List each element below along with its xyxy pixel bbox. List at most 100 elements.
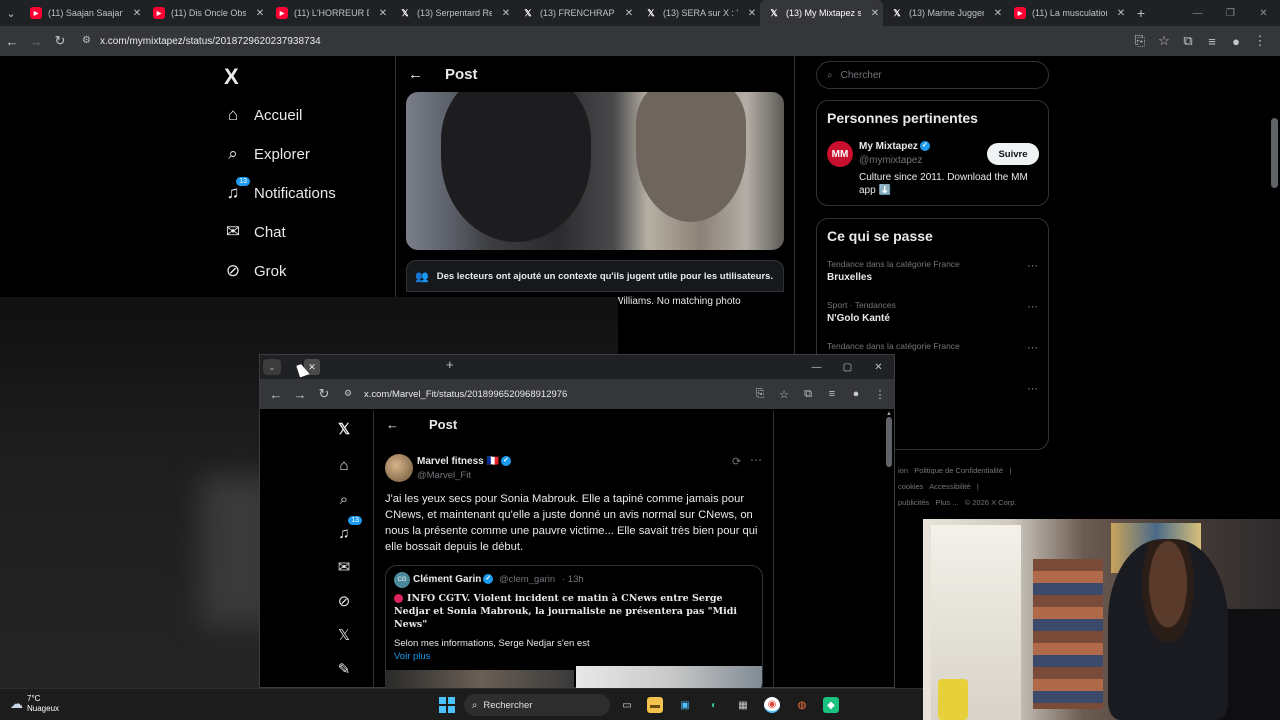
- bookmark-star-icon[interactable]: ☆: [1152, 29, 1176, 53]
- back-arrow-icon[interactable]: ←: [264, 382, 288, 406]
- tab-close-icon[interactable]: ✕: [867, 8, 883, 19]
- install-app-icon[interactable]: ⎘: [748, 382, 772, 406]
- bell-icon[interactable]: ♫ 13: [332, 516, 362, 545]
- forward-arrow-icon[interactable]: →: [288, 382, 312, 406]
- show-more-link[interactable]: Voir plus: [394, 651, 430, 662]
- more-options-icon[interactable]: ⋯: [1027, 300, 1038, 313]
- avatar[interactable]: MM: [827, 141, 853, 167]
- minimize-icon[interactable]: —: [801, 355, 832, 379]
- weather-widget[interactable]: ☁ 7°C Nuageux: [10, 694, 59, 714]
- new-tab-button[interactable]: +: [1129, 5, 1153, 21]
- profile-avatar-icon[interactable]: ●: [1224, 29, 1248, 53]
- new-tab-button[interactable]: +: [446, 357, 454, 372]
- grok-icon[interactable]: ⟳: [732, 455, 741, 468]
- browser-tab[interactable]: 𝕏 (13) Marine Juggern ✕: [883, 0, 1006, 26]
- nav-item-home[interactable]: ⌂ Accueil: [222, 100, 303, 130]
- menu-kebab-icon[interactable]: ⋮: [868, 382, 892, 406]
- tab-close-icon[interactable]: ✕: [1113, 8, 1129, 19]
- search-icon[interactable]: ⌕: [332, 487, 356, 511]
- tab-close-icon[interactable]: ✕: [744, 8, 760, 19]
- browser-tab[interactable]: ▶(11) L'HORREUR DE✕: [268, 0, 391, 26]
- file-explorer-icon[interactable]: ▬: [647, 697, 663, 713]
- mail-icon[interactable]: ✉: [332, 555, 356, 579]
- taskbar-search[interactable]: ⌕ Rechercher: [464, 694, 610, 716]
- nav-item-chat[interactable]: ✉ Chat: [222, 217, 286, 247]
- more-options-icon[interactable]: ⋯: [1027, 382, 1038, 395]
- site-info-icon[interactable]: ⚙: [344, 388, 352, 399]
- search-input[interactable]: ⌕ Chercher: [816, 61, 1049, 89]
- more-options-icon[interactable]: ⋯: [750, 453, 762, 467]
- nav-item-explore[interactable]: ⌕ Explorer: [222, 139, 310, 169]
- app-icon[interactable]: ▦: [735, 697, 751, 713]
- task-view-icon[interactable]: ▭: [619, 697, 635, 713]
- tab-close-icon[interactable]: ✕: [129, 8, 145, 19]
- nav-item-notifications[interactable]: ♫ 13 Notifications: [222, 177, 336, 208]
- compose-icon[interactable]: ✎: [332, 657, 356, 681]
- profile-avatar-icon[interactable]: ●: [844, 382, 868, 406]
- store-icon[interactable]: ▣: [677, 697, 693, 713]
- browser-tab[interactable]: ▶ (11) La musculation ✕: [1006, 0, 1129, 26]
- author-handle: @Marvel_Fit: [417, 470, 471, 481]
- browser-tab[interactable]: 𝕏(13) FRENCHRAPUS✕: [514, 0, 637, 26]
- browser-tab[interactable]: 𝕏(13) SERA sur X : "Do✕: [637, 0, 760, 26]
- tab-close-icon[interactable]: ✕: [621, 8, 637, 19]
- webcam-shelf: [1033, 559, 1103, 709]
- site-info-icon[interactable]: ⚙: [82, 35, 91, 46]
- chrome-icon[interactable]: ◉: [764, 697, 780, 713]
- back-arrow-icon[interactable]: ←: [408, 66, 423, 83]
- scrollbar-thumb[interactable]: [1271, 118, 1278, 188]
- extensions-icon[interactable]: ⧉: [796, 382, 820, 406]
- follow-button[interactable]: Suivre: [987, 143, 1039, 165]
- address-bar[interactable]: ⚙ x.com/mymixtapez/status/20187296202379…: [76, 29, 1076, 53]
- grok-icon[interactable]: ⊘: [332, 589, 356, 613]
- menu-kebab-icon[interactable]: ⋮: [1248, 29, 1272, 53]
- app-icon[interactable]: ◆: [823, 697, 839, 713]
- tab-close-icon[interactable]: ✕: [252, 8, 268, 19]
- avatar[interactable]: [385, 454, 413, 482]
- trend-item[interactable]: Sport · Tendances N'Golo Kanté ⋯: [827, 300, 1042, 324]
- close-icon[interactable]: ✕: [1247, 0, 1280, 26]
- address-bar[interactable]: ⚙ x.com/Marvel_Fit/status/20189965209689…: [338, 383, 698, 405]
- browser-tab[interactable]: ▶(11) Saajan Saajan O✕: [22, 0, 145, 26]
- reload-icon[interactable]: ↻: [312, 382, 336, 406]
- tab-close-icon[interactable]: ✕: [990, 8, 1006, 19]
- minimize-icon[interactable]: —: [1181, 0, 1214, 26]
- tab-close-icon[interactable]: ✕: [375, 8, 391, 19]
- close-icon[interactable]: ✕: [863, 355, 894, 379]
- quoted-post[interactable]: CG Clément Garin ✓ @clem_garin · 13h INFO…: [385, 565, 763, 695]
- reload-icon[interactable]: ↻: [48, 29, 72, 53]
- community-note-header[interactable]: 👥 Des lecteurs ont ajouté un contexte qu…: [406, 260, 784, 292]
- home-icon[interactable]: ⌂: [332, 453, 356, 477]
- more-options-icon[interactable]: ⋯: [1027, 259, 1038, 272]
- x-logo-icon[interactable]: X: [224, 64, 239, 90]
- back-arrow-icon[interactable]: ←: [386, 417, 399, 432]
- trend-item[interactable]: Tendance dans la catégorie France Bruxell…: [827, 259, 1042, 283]
- forward-arrow-icon[interactable]: →: [24, 29, 48, 53]
- maximize-icon[interactable]: ❐: [1214, 0, 1247, 26]
- browser-tab[interactable]: 𝕏(13) Serpentard Refo✕: [391, 0, 514, 26]
- back-arrow-icon[interactable]: ←: [0, 29, 24, 53]
- browser-tab-active[interactable]: 𝕏(13) My Mixtapez sur✕: [760, 0, 883, 26]
- media-controls-icon[interactable]: ≡: [820, 382, 844, 406]
- windows-start-icon[interactable]: [439, 697, 455, 713]
- x-premium-icon[interactable]: 𝕏: [332, 623, 356, 647]
- edge-icon[interactable]: ◐: [706, 697, 722, 713]
- account-name[interactable]: My Mixtapez ✓: [859, 141, 930, 152]
- browser-tab[interactable]: ▶(11) Dis Oncle Obs...✕: [145, 0, 268, 26]
- more-options-icon[interactable]: ⋯: [1027, 341, 1038, 354]
- scrollbar-thumb[interactable]: [886, 417, 892, 467]
- tab-close-icon[interactable]: ✕: [498, 8, 514, 19]
- bookmark-star-icon[interactable]: ☆: [772, 382, 796, 406]
- nav-item-grok[interactable]: ⊘ Grok: [222, 256, 287, 286]
- firefox-icon[interactable]: ◍: [794, 697, 810, 713]
- author-name[interactable]: Marvel fitness 🇫🇷 ✓: [417, 456, 511, 467]
- window-controls: — ▢ ✕: [801, 355, 894, 379]
- x-logo-icon[interactable]: 𝕏: [332, 417, 356, 441]
- tab-list-chevron-icon[interactable]: ⌄: [0, 2, 22, 24]
- post-image[interactable]: [406, 92, 784, 250]
- tab-list-chevron-icon[interactable]: ⌄: [263, 359, 281, 375]
- maximize-icon[interactable]: ▢: [832, 355, 863, 379]
- install-app-icon[interactable]: ⎘: [1128, 29, 1152, 53]
- media-controls-icon[interactable]: ≡: [1200, 29, 1224, 53]
- extensions-icon[interactable]: ⧉: [1176, 29, 1200, 53]
